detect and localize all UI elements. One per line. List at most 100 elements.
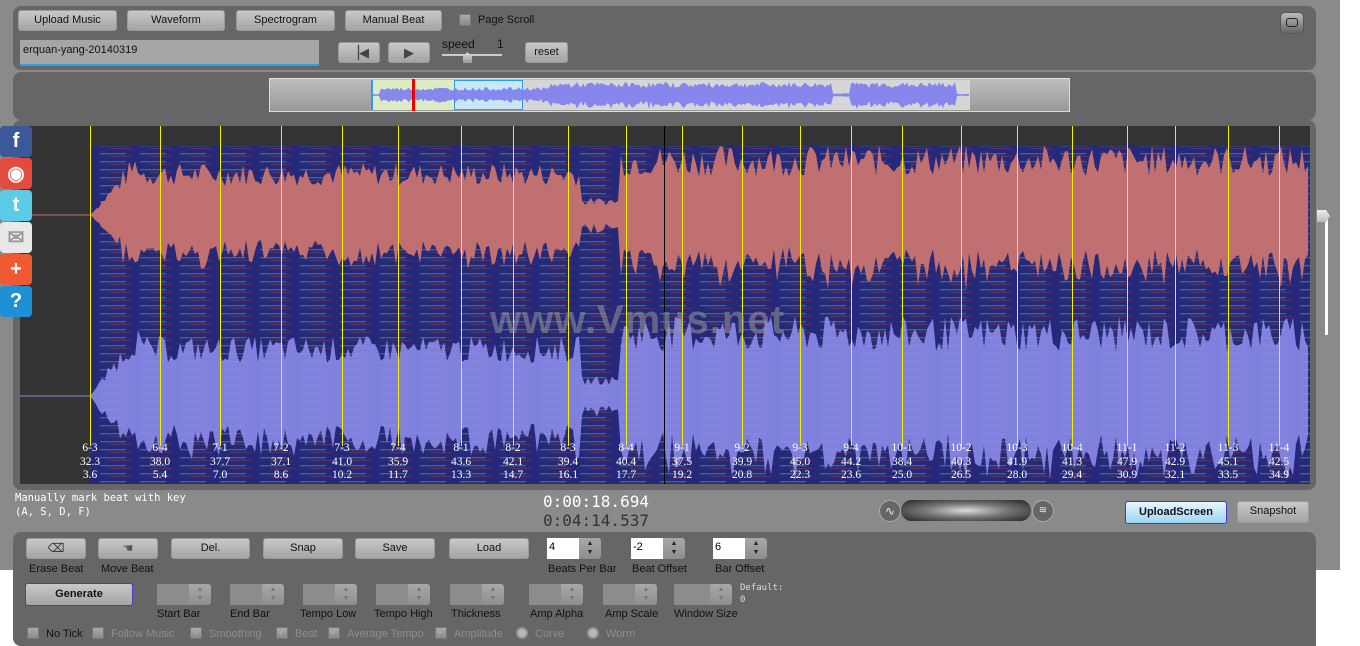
bar-offset-stepper[interactable]: 6 ▲ ▼ [713, 538, 767, 559]
beat-marker[interactable] [800, 126, 801, 446]
zoom-slider-thumb[interactable] [1317, 210, 1330, 222]
email-icon[interactable]: ✉ [0, 222, 32, 253]
bar-offset-value[interactable]: 6 [713, 538, 745, 559]
song-name-field[interactable]: erquan-yang-20140319 [20, 40, 319, 66]
beat-marker[interactable] [281, 126, 282, 446]
beat-tempo: 43.6 [450, 455, 472, 468]
eraser-icon: ⌫ [47, 541, 65, 555]
beat-marker[interactable] [90, 126, 91, 446]
add-share-icon[interactable]: + [0, 254, 32, 285]
follow-music-checkbox[interactable] [92, 627, 104, 639]
beat-label: 7-3 [334, 442, 350, 454]
beat-marker[interactable] [1228, 126, 1229, 446]
beat-offset-stepper[interactable]: -2 ▲ ▼ [631, 538, 685, 559]
snapshot-button[interactable]: Snapshot [1237, 501, 1309, 523]
amp-alpha-stepper[interactable]: ▲ ▼ [529, 584, 583, 605]
beat-marker[interactable] [961, 126, 962, 446]
beat-label: 8-3 [560, 442, 576, 454]
upload-screen-button[interactable]: UploadScreen [1125, 501, 1227, 524]
end-bar-stepper[interactable]: ▲ ▼ [230, 584, 284, 605]
beat-time: 5.4 [152, 469, 168, 481]
average-tempo-checkbox[interactable] [328, 625, 340, 639]
beat-marker[interactable] [1127, 126, 1128, 446]
overview-strip[interactable] [269, 78, 1070, 112]
page-scroll-checkbox[interactable] [459, 14, 471, 26]
beat-time: 7.0 [212, 469, 228, 481]
curve-radio[interactable] [516, 627, 528, 639]
beat-label: 8-1 [453, 442, 469, 454]
beat-annotation: 8-1 43.6 13.3 [451, 442, 471, 483]
beats-per-bar-value[interactable]: 4 [547, 538, 579, 559]
beat-marker[interactable] [513, 126, 514, 446]
stepper-arrows-icon[interactable]: ▲ ▼ [579, 538, 601, 559]
amp-scale-stepper[interactable]: ▲ ▼ [603, 584, 657, 605]
weibo-icon[interactable]: ◉ [0, 158, 32, 189]
save-button[interactable]: Save [355, 538, 435, 559]
beat-marker[interactable] [461, 126, 462, 446]
play-button[interactable]: ▶ [388, 42, 430, 63]
beat-marker[interactable] [1175, 126, 1176, 446]
spectrogram-button[interactable]: Spectrogram [236, 10, 335, 31]
stepper-arrows-icon[interactable]: ▲ ▼ [663, 538, 685, 559]
beat-label: 7-1 [212, 442, 228, 454]
beat-marker[interactable] [160, 126, 161, 446]
window-size-stepper[interactable]: ▲ ▼ [674, 584, 732, 605]
reset-speed-button[interactable]: reset [525, 42, 568, 63]
beat-marker[interactable] [682, 126, 683, 446]
waveform-mode-icon[interactable]: ∿ [879, 500, 901, 522]
no-tick-checkbox[interactable] [27, 627, 39, 639]
beat-marker[interactable] [1072, 126, 1073, 446]
amplitude-mode-slider[interactable] [901, 500, 1031, 521]
beat-checkbox[interactable] [276, 625, 288, 639]
overview-playhead[interactable] [412, 79, 415, 111]
waveform-button[interactable]: Waveform [127, 10, 225, 31]
beats-per-bar-stepper[interactable]: 4 ▲ ▼ [547, 538, 601, 559]
beat-marker[interactable] [902, 126, 903, 446]
speed-label: speed [442, 37, 475, 51]
fullscreen-icon[interactable] [1280, 12, 1304, 34]
rewind-button[interactable]: ▕◀ [338, 42, 380, 63]
delete-button[interactable]: Del. [171, 538, 250, 559]
beat-tempo: 47.9 [1116, 455, 1138, 468]
smoothing-checkbox[interactable] [190, 625, 202, 639]
beat-marker[interactable] [742, 126, 743, 446]
stepper-arrows-icon[interactable]: ▲ ▼ [745, 538, 767, 559]
page-scroll-label: Page Scroll [478, 14, 535, 26]
zoom-slider-track[interactable] [1325, 215, 1328, 335]
generate-button[interactable]: Generate [25, 583, 133, 606]
move-beat-button[interactable]: ☚ [98, 538, 158, 559]
beat-marker[interactable] [851, 126, 852, 446]
beat-marker[interactable] [1017, 126, 1018, 446]
help-icon[interactable]: ? [0, 286, 32, 317]
beat-offset-value[interactable]: -2 [631, 538, 663, 559]
beat-marker[interactable] [626, 126, 627, 446]
tempo-low-stepper[interactable]: ▲ ▼ [303, 584, 357, 605]
beat-label: 11-3 [1217, 442, 1239, 454]
beat-marker[interactable] [398, 126, 399, 446]
spectrogram-waveform-canvas[interactable]: 6-3 32.3 3.6 6-4 38.0 5.4 7-1 37.7 7.0 7-2 37.1 8.6… [20, 126, 1310, 484]
speed-slider-track[interactable] [442, 54, 502, 56]
upload-music-button[interactable]: Upload Music [18, 10, 117, 31]
beat-marker[interactable] [1279, 126, 1280, 446]
thickness-stepper[interactable]: ▲ ▼ [450, 584, 504, 605]
amplitude-checkbox[interactable] [435, 625, 447, 639]
beat-tempo: 45.1 [1217, 455, 1239, 468]
start-bar-stepper[interactable]: ▲ ▼ [157, 584, 211, 605]
beat-marker[interactable] [220, 126, 221, 446]
beat-marker[interactable] [568, 126, 569, 446]
erase-beat-button[interactable]: ⌫ [26, 538, 86, 559]
manual-beat-button[interactable]: Manual Beat [345, 10, 442, 31]
spectrum-mode-icon[interactable]: ≋ [1032, 500, 1054, 522]
facebook-icon[interactable]: f [0, 126, 32, 157]
twitter-icon[interactable]: t [0, 190, 32, 221]
load-button[interactable]: Load [449, 538, 529, 559]
snap-button[interactable]: Snap [263, 538, 343, 559]
beat-marker[interactable] [342, 126, 343, 446]
worm-radio[interactable] [587, 627, 599, 639]
beat-tempo: 39.4 [557, 455, 579, 468]
beat-time: 13.3 [450, 469, 472, 481]
beat-tempo: 45.0 [789, 455, 811, 468]
tempo-high-stepper[interactable]: ▲ ▼ [376, 584, 430, 605]
curve-label: Curve [535, 628, 565, 640]
beat-annotation: 10-1 38.4 25.0 [891, 442, 912, 483]
